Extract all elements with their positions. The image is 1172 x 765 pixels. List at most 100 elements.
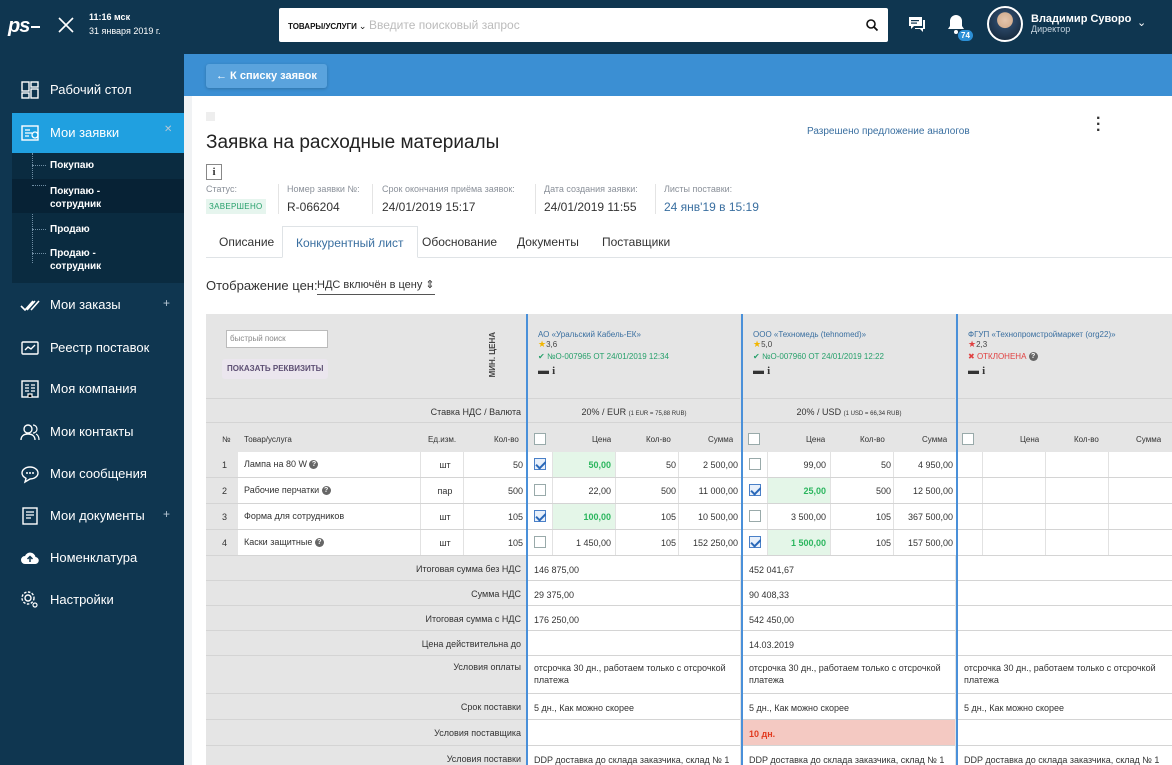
search-category-select[interactable]: ТОВАРЫ/УСЛУГИ ⌄: [288, 21, 366, 32]
sidebar-item-messages[interactable]: Мои сообщения: [0, 454, 184, 494]
summary-label: Условия поставки: [446, 754, 521, 764]
logo[interactable]: ps: [8, 15, 41, 38]
sidebar-item-label: Рабочий стол: [50, 82, 132, 97]
tab-competitive-list[interactable]: Конкурентный лист: [282, 226, 418, 258]
summary-value: 176 250,00: [528, 606, 740, 631]
request-number-field: Номер заявки №: R-066204: [287, 184, 360, 214]
info-icon[interactable]: i: [767, 365, 770, 377]
settings-icon: [21, 591, 38, 608]
select-all-checkbox[interactable]: [748, 433, 760, 445]
price-cell: 1 500,00: [768, 530, 830, 555]
chat-icon[interactable]: ▬: [968, 365, 979, 377]
search-input[interactable]: [369, 13, 839, 37]
item-select-checkbox[interactable]: [749, 484, 761, 496]
summary-value: отсрочка 30 дн., работаем только с отсро…: [743, 656, 955, 694]
tab-documents[interactable]: Документы: [504, 226, 592, 258]
cloud-upload-icon: [21, 552, 39, 565]
notification-badge: 74: [958, 30, 973, 41]
main-content: ← К списку заявок Заявка на расходные ма…: [184, 54, 1172, 765]
sidebar-item-orders[interactable]: Мои заказы +: [0, 285, 184, 325]
show-details-button[interactable]: ПОКАЗАТЬ РЕКВИЗИТЫ: [222, 359, 329, 379]
chat-icon[interactable]: ▬: [538, 365, 549, 377]
sidebar-item-settings[interactable]: Настройки: [0, 580, 184, 620]
submenu-item-selling-employee[interactable]: Продаю - сотрудник: [12, 247, 184, 277]
supplier-vat: [958, 398, 1172, 422]
price-display-select[interactable]: НДС включён в цену ⇕: [317, 278, 435, 295]
summary-value: 5 дн., Как можно скорее: [528, 694, 740, 720]
price-cell: 100,00: [553, 504, 615, 529]
sidebar-item-label: Мои документы: [50, 508, 145, 523]
plus-icon[interactable]: +: [163, 296, 170, 310]
select-checkbox[interactable]: [206, 112, 215, 121]
item-select-checkbox[interactable]: [534, 510, 546, 522]
item-select-checkbox[interactable]: [534, 484, 546, 496]
requests-icon: [21, 125, 39, 141]
summary-value: DDP доставка до склада заказчика, склад …: [528, 746, 740, 765]
chat-icon[interactable]: ▬: [753, 365, 764, 377]
back-to-list-button[interactable]: ← К списку заявок: [206, 64, 327, 88]
supplier-name-link[interactable]: АО «Уральский Кабель-ЕК»: [538, 330, 730, 339]
table-row: 1 Лампа на 80 W ? шт 50 50,00 50 2 500,00 99,00…: [206, 452, 1172, 478]
submenu-item-buying[interactable]: Покупаю: [12, 159, 184, 179]
info-icon[interactable]: i: [552, 365, 555, 377]
sidebar-item-company[interactable]: Моя компания: [0, 369, 184, 409]
chat-icon[interactable]: [907, 14, 927, 34]
table-row: 2 Рабочие перчатки ? пар 500 22,00 500 11 000,…: [206, 478, 1172, 504]
price-display-label: Отображение цен:: [206, 278, 318, 293]
supplier-name-link[interactable]: ФГУП «Технопромстроймаркет (org22)»: [968, 330, 1162, 339]
tabs: Описание Конкурентный лист Обоснование Д…: [206, 226, 1172, 258]
tab-justification[interactable]: Обоснование: [409, 226, 510, 258]
select-all-checkbox[interactable]: [962, 433, 974, 445]
info-icon[interactable]: i: [982, 365, 985, 377]
sidebar-item-documents[interactable]: Мои документы +: [0, 496, 184, 536]
sidebar-item-requests[interactable]: Мои заявки ✕: [12, 113, 184, 153]
summary-row: Сумма НДС 29 375,00 90 408,33: [206, 581, 1172, 606]
select-all-checkbox[interactable]: [534, 433, 546, 445]
item-select-checkbox[interactable]: [749, 458, 761, 470]
tab-suppliers[interactable]: Поставщики: [589, 226, 683, 258]
search-icon[interactable]: [865, 18, 879, 32]
quick-search-input[interactable]: быстрый поиск: [226, 330, 328, 348]
summary-label: Условия поставщика: [434, 728, 521, 738]
plus-icon[interactable]: +: [163, 507, 170, 521]
supplier-name-link[interactable]: ООО «Техномедь (tehnomed)»: [753, 330, 945, 339]
orders-icon: [20, 300, 40, 312]
sidebar-item-label: Мои заявки: [50, 125, 120, 140]
price-cell: 25,00: [768, 478, 830, 503]
tab-description[interactable]: Описание: [206, 226, 287, 258]
question-icon: ?: [314, 538, 324, 548]
delivery-sheets-link[interactable]: 24 янв'19 в 15:19: [664, 200, 759, 214]
sidebar-item-contacts[interactable]: Мои контакты: [0, 412, 184, 452]
item-select-checkbox[interactable]: [534, 536, 546, 548]
table-row: 4 Каски защитные ? шт 105 1 450,00 105 152 250…: [206, 530, 1172, 556]
item-select-checkbox[interactable]: [749, 536, 761, 548]
summary-row: Цена действительна до 14.03.2019: [206, 631, 1172, 656]
sidebar-item-dashboard[interactable]: Рабочий стол: [0, 70, 184, 110]
submenu-item-buying-employee[interactable]: Покупаю - сотрудник: [12, 179, 184, 213]
summary-value: 90 408,33: [743, 581, 955, 606]
requests-submenu: Покупаю Покупаю - сотрудник Продаю Прода…: [12, 153, 184, 283]
close-menu-icon[interactable]: [55, 14, 77, 36]
messages-icon: [21, 466, 39, 484]
sidebar-item-registry[interactable]: Реестр поставок: [0, 328, 184, 368]
close-icon[interactable]: ✕: [164, 124, 172, 135]
competitive-table: быстрый поиск ПОКАЗАТЬ РЕКВИЗИТЫ МИН. ЦЕ…: [206, 314, 1172, 765]
supplier-header: ООО «Техномедь (tehnomed)» ★5,0 ✔ №О-007…: [743, 314, 955, 398]
avatar[interactable]: [987, 6, 1023, 42]
dashboard-icon: [21, 81, 39, 99]
created-field: Дата создания заявки: 24/01/2019 11:55: [544, 184, 638, 214]
info-button[interactable]: i: [206, 164, 222, 180]
summary-value: [958, 606, 1172, 631]
question-icon: ?: [321, 486, 331, 496]
product-name: Рабочие перчатки ?: [244, 485, 331, 496]
status-field: Статус: ЗАВЕРШЕНО: [206, 184, 266, 214]
submenu-item-selling[interactable]: Продаю: [12, 223, 184, 243]
item-select-checkbox[interactable]: [534, 458, 546, 470]
sidebar-item-nomenclature[interactable]: Номенклатура: [0, 538, 184, 578]
user-role: Директор: [1031, 24, 1071, 34]
summary-value: [958, 556, 1172, 581]
more-menu-icon[interactable]: · · ·: [1096, 111, 1104, 139]
supplier-rating: 3,6: [546, 340, 558, 349]
item-select-checkbox[interactable]: [749, 510, 761, 522]
user-menu-chevron-icon[interactable]: ⌄: [1137, 16, 1146, 29]
